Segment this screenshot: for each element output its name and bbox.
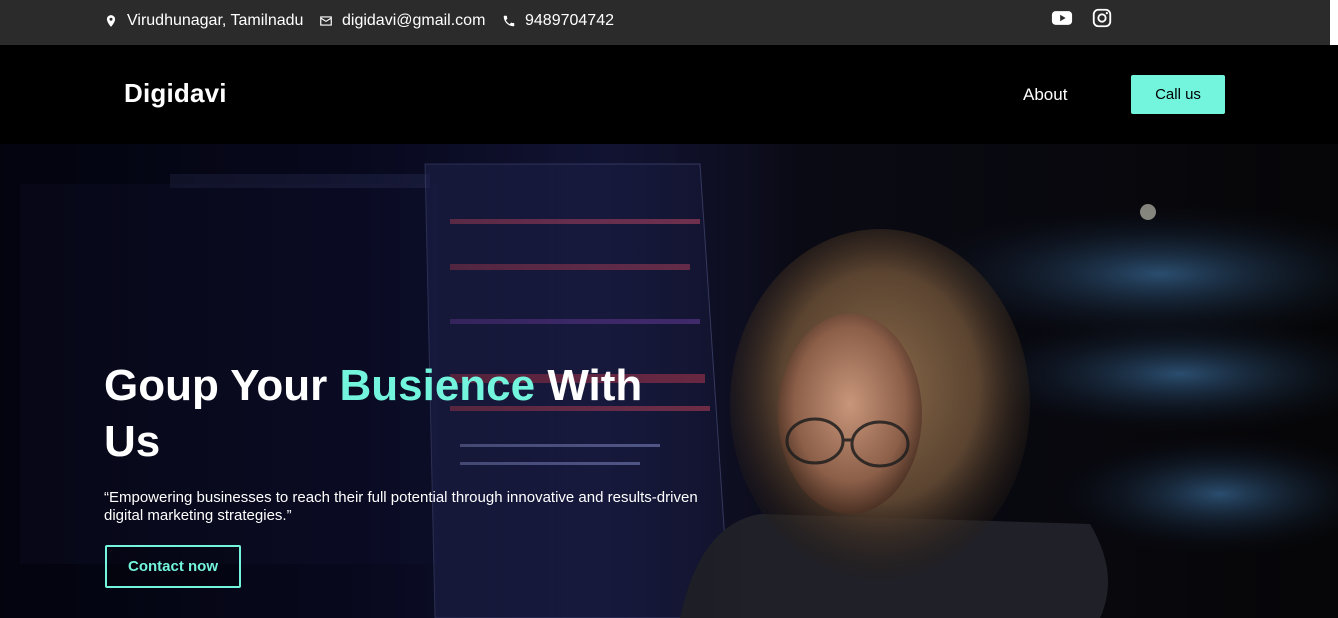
headline-text: Goup Your — [104, 361, 340, 410]
location-pin-icon — [106, 14, 116, 27]
scrollbar-track — [1330, 0, 1338, 45]
contact-now-button[interactable]: Contact now — [105, 545, 241, 588]
call-us-button[interactable]: Call us — [1131, 75, 1225, 114]
instagram-icon[interactable] — [1091, 7, 1113, 29]
hero-headline: Goup Your Busience With Us — [104, 358, 664, 470]
phone-icon — [503, 15, 515, 26]
phone-info[interactable]: 9489704742 — [502, 0, 614, 41]
phone-text[interactable]: 9489704742 — [525, 12, 614, 30]
site-header: Digidavi About Call us — [0, 45, 1338, 144]
email-info[interactable]: digidavi@gmail.com — [319, 0, 485, 41]
headline-accent-text: Busience — [339, 361, 536, 410]
hero-section: Goup Your Busience With Us “Empowering b… — [0, 144, 1338, 618]
youtube-icon[interactable] — [1051, 7, 1073, 29]
mail-icon — [320, 15, 332, 26]
site-logo[interactable]: Digidavi — [124, 78, 227, 109]
email-text[interactable]: digidavi@gmail.com — [342, 12, 485, 30]
top-info-bar: Virudhunagar, Tamilnadu digidavi@gmail.c… — [0, 0, 1330, 45]
location-text: Virudhunagar, Tamilnadu — [127, 11, 304, 29]
location-info: Virudhunagar, Tamilnadu — [104, 0, 303, 41]
hero-tagline: “Empowering businesses to reach their fu… — [104, 489, 698, 524]
nav-link-about[interactable]: About — [1023, 85, 1067, 105]
